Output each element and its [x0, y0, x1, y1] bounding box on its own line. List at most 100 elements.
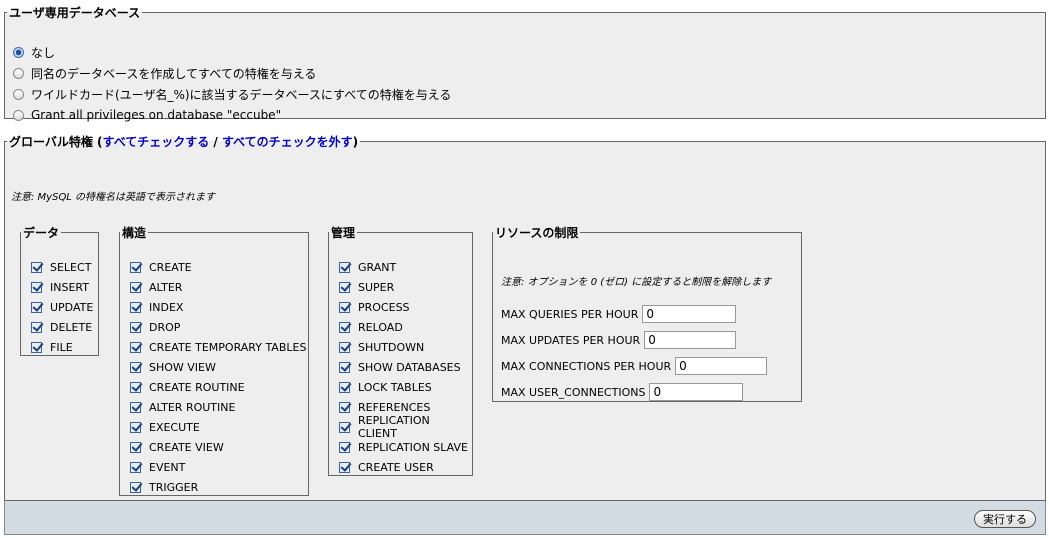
- structure-privilege-row[interactable]: INDEX: [130, 299, 183, 315]
- checkbox-checked[interactable]: [130, 321, 141, 333]
- checkbox-checked[interactable]: [339, 381, 350, 393]
- max-queries-input[interactable]: [642, 305, 737, 323]
- checkbox-checked[interactable]: [339, 421, 350, 433]
- admin-privilege-row[interactable]: SHOW DATABASES: [339, 359, 461, 375]
- checkbox-checked[interactable]: [31, 261, 42, 273]
- radio-none[interactable]: なし: [13, 43, 55, 61]
- checkbox-checked[interactable]: [130, 361, 141, 373]
- max-user-connections-row: MAX USER_CONNECTIONS: [501, 382, 744, 402]
- structure-privilege-row[interactable]: ALTER ROUTINE: [130, 399, 235, 415]
- admin-privilege-row[interactable]: RELOAD: [339, 319, 403, 335]
- admin-privilege-row[interactable]: REPLICATION SLAVE: [339, 439, 468, 455]
- data-privilege-row[interactable]: UPDATE: [31, 299, 93, 315]
- radio-button[interactable]: [13, 88, 24, 100]
- checkbox-checked[interactable]: [339, 401, 350, 413]
- checkbox-checked[interactable]: [339, 461, 350, 473]
- radio-button[interactable]: [13, 67, 24, 79]
- go-button[interactable]: 実行する: [974, 510, 1036, 528]
- privilege-label: CREATE ROUTINE: [149, 380, 245, 394]
- legend-separator: /: [209, 135, 222, 149]
- max-user-connections-input[interactable]: [649, 383, 744, 401]
- admin-group-legend: 管理: [331, 226, 356, 240]
- footer-bar: 実行する: [4, 501, 1046, 535]
- checkbox-checked[interactable]: [339, 441, 350, 453]
- data-privilege-row[interactable]: SELECT: [31, 259, 91, 275]
- radio-grant-eccube[interactable]: Grant all privileges on database "eccube…: [13, 106, 281, 124]
- data-privilege-row[interactable]: DELETE: [31, 319, 92, 335]
- checkbox-checked[interactable]: [339, 361, 350, 373]
- admin-privilege-row[interactable]: REFERENCES: [339, 399, 430, 415]
- max-queries-row: MAX QUERIES PER HOUR: [501, 304, 737, 324]
- max-connections-input[interactable]: [675, 357, 768, 375]
- checkbox-checked[interactable]: [339, 261, 350, 273]
- data-privilege-row[interactable]: INSERT: [31, 279, 89, 295]
- structure-privilege-row[interactable]: DROP: [130, 319, 180, 335]
- checkbox-checked[interactable]: [339, 321, 350, 333]
- structure-privilege-row[interactable]: CREATE ROUTINE: [130, 379, 245, 395]
- max-updates-label: MAX UPDATES PER HOUR: [501, 333, 641, 347]
- structure-privilege-row[interactable]: TRIGGER: [130, 479, 198, 495]
- privilege-label: DELETE: [50, 320, 93, 334]
- checkbox-checked[interactable]: [31, 301, 42, 313]
- admin-group: 管理 GRANT SUPER PROCESS RELOAD SHUTDOWN SHOW D…: [328, 224, 473, 476]
- data-privilege-row[interactable]: FILE: [31, 339, 73, 355]
- privilege-label: LOCK TABLES: [358, 380, 432, 394]
- checkbox-checked[interactable]: [339, 281, 350, 293]
- checkbox-checked[interactable]: [130, 481, 141, 493]
- radio-button[interactable]: [13, 109, 24, 121]
- checkbox-checked[interactable]: [130, 421, 141, 433]
- radio-label: 同名のデータベースを作成してすべての特権を与える: [31, 66, 317, 81]
- structure-privilege-row[interactable]: CREATE VIEW: [130, 439, 224, 455]
- radio-button-selected[interactable]: [13, 46, 24, 58]
- admin-privilege-row[interactable]: SHUTDOWN: [339, 339, 424, 355]
- radio-label: なし: [31, 45, 56, 60]
- privilege-label: CREATE VIEW: [149, 440, 224, 454]
- max-updates-input[interactable]: [644, 331, 737, 349]
- checkbox-checked[interactable]: [339, 301, 350, 313]
- structure-privilege-row[interactable]: EXECUTE: [130, 419, 200, 435]
- radio-create-same-name[interactable]: 同名のデータベースを作成してすべての特権を与える: [13, 64, 316, 82]
- admin-privilege-row[interactable]: GRANT: [339, 259, 396, 275]
- checkbox-checked[interactable]: [31, 341, 42, 353]
- resource-limits-legend: リソースの制限: [495, 226, 579, 240]
- checkbox-checked[interactable]: [339, 341, 350, 353]
- admin-privilege-row[interactable]: SUPER: [339, 279, 394, 295]
- data-group-legend: データ: [23, 226, 60, 240]
- privilege-label: SUPER: [358, 280, 395, 294]
- radio-wildcard[interactable]: ワイルドカード(ユーザ名_%)に該当するデータベースにすべての特権を与える: [13, 85, 451, 103]
- privilege-label: SHOW DATABASES: [358, 360, 461, 374]
- checkbox-checked[interactable]: [31, 281, 42, 293]
- privilege-label: PROCESS: [358, 300, 410, 314]
- structure-privilege-row[interactable]: CREATE: [130, 259, 192, 275]
- radio-label: ワイルドカード(ユーザ名_%)に該当するデータベースにすべての特権を与える: [31, 87, 452, 102]
- structure-privilege-row[interactable]: CREATE TEMPORARY TABLES: [130, 339, 306, 355]
- admin-privilege-row[interactable]: PROCESS: [339, 299, 410, 315]
- privilege-label: SHOW VIEW: [149, 360, 216, 374]
- checkbox-checked[interactable]: [130, 281, 141, 293]
- admin-privilege-row[interactable]: LOCK TABLES: [339, 379, 432, 395]
- privilege-label: RELOAD: [358, 320, 403, 334]
- uncheck-all-link[interactable]: すべてのチェックを外す: [222, 135, 353, 149]
- checkbox-checked[interactable]: [130, 341, 141, 353]
- legend-suffix: ): [352, 135, 359, 149]
- global-privileges-fieldset: グローバル特権 (すべてチェックする / すべてのチェックを外す) 注意: My…: [4, 133, 1046, 501]
- checkbox-checked[interactable]: [31, 321, 42, 333]
- privilege-label: UPDATE: [50, 300, 94, 314]
- checkbox-checked[interactable]: [130, 301, 141, 313]
- checkbox-checked[interactable]: [130, 261, 141, 273]
- admin-privilege-row[interactable]: CREATE USER: [339, 459, 434, 475]
- checkbox-checked[interactable]: [130, 401, 141, 413]
- resource-limits-group: リソースの制限 注意: オプションを 0 (ゼロ) に設定すると制限を解除します…: [492, 224, 802, 402]
- max-updates-row: MAX UPDATES PER HOUR: [501, 330, 737, 350]
- structure-privilege-row[interactable]: ALTER: [130, 279, 182, 295]
- checkbox-checked[interactable]: [130, 381, 141, 393]
- data-group: データ SELECT INSERT UPDATE DELETE FILE: [20, 224, 99, 356]
- structure-privilege-row[interactable]: SHOW VIEW: [130, 359, 216, 375]
- checkbox-checked[interactable]: [130, 441, 141, 453]
- global-privileges-legend: グローバル特権 (すべてチェックする / すべてのチェックを外す): [7, 133, 360, 150]
- checkbox-checked[interactable]: [130, 461, 141, 473]
- admin-privilege-row[interactable]: REPLICATION CLIENT: [339, 414, 472, 440]
- privilege-label: SELECT: [50, 260, 92, 274]
- structure-privilege-row[interactable]: EVENT: [130, 459, 185, 475]
- check-all-link[interactable]: すべてチェックする: [103, 135, 210, 149]
